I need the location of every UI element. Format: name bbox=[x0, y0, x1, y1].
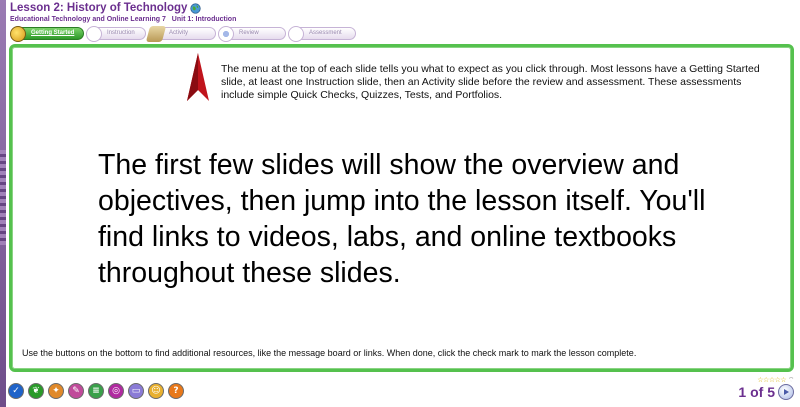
footer-note: Use the buttons on the bottom to find ad… bbox=[22, 348, 637, 358]
up-arrow-icon bbox=[187, 53, 209, 101]
play-icon bbox=[784, 389, 789, 395]
intro-text: The menu at the top of each slide tells … bbox=[221, 63, 760, 101]
help-icon[interactable]: ? bbox=[168, 383, 184, 399]
globe-icon bbox=[190, 3, 202, 14]
instruction-icon bbox=[86, 26, 102, 42]
leaf-icon[interactable]: ❦ bbox=[28, 383, 44, 399]
assessment-icon bbox=[288, 26, 304, 42]
lesson-title: Lesson 2: History of Technology bbox=[10, 2, 188, 14]
next-page-button[interactable] bbox=[778, 384, 794, 400]
course-name: Educational Technology and Online Learni… bbox=[10, 16, 166, 23]
lesson-progress-tabs: Getting Started Instruction Activity Rev… bbox=[10, 26, 356, 42]
main-text: The first few slides will show the overv… bbox=[98, 149, 706, 289]
tab-label: Getting Started bbox=[31, 30, 75, 36]
course-line: Educational Technology and Online Learni… bbox=[10, 15, 790, 24]
tab-activity[interactable]: Activity bbox=[145, 26, 216, 42]
wifi-icon: ⌔ bbox=[787, 376, 795, 384]
left-strip-mark bbox=[0, 150, 6, 245]
puzzle-icon[interactable]: ✦ bbox=[48, 383, 64, 399]
pager: ☆☆☆☆☆ ⌔ 1 of 5 bbox=[738, 376, 795, 400]
left-edge-strip bbox=[0, 0, 6, 407]
review-icon bbox=[218, 26, 234, 42]
page-count: 1 of 5 bbox=[738, 384, 775, 400]
lightbulb-icon bbox=[10, 26, 26, 42]
pager-row: 1 of 5 bbox=[738, 384, 794, 400]
activity-icon bbox=[145, 26, 167, 42]
tab-review[interactable]: Review bbox=[218, 26, 286, 42]
lesson-header: Lesson 2: History of Technology Educatio… bbox=[10, 2, 790, 24]
tab-label: Instruction bbox=[107, 30, 135, 36]
tab-getting-started[interactable]: Getting Started bbox=[10, 26, 84, 42]
check-icon[interactable]: ✓ bbox=[8, 383, 24, 399]
tab-label: Assessment bbox=[309, 30, 342, 36]
notes-icon[interactable]: ≡ bbox=[88, 383, 104, 399]
message-icon[interactable]: ▭ bbox=[128, 383, 144, 399]
tab-label: Activity bbox=[169, 30, 189, 36]
lesson-title-row: Lesson 2: History of Technology bbox=[10, 2, 790, 15]
target-icon[interactable]: ◎ bbox=[108, 383, 124, 399]
pencil-icon[interactable]: ✎ bbox=[68, 383, 84, 399]
unit-name: Unit 1: Introduction bbox=[171, 16, 237, 23]
bottom-toolbar: ✓ ❦ ✦ ✎ ≡ ◎ ▭ ☺ ? bbox=[8, 383, 184, 399]
rating-value: ☆☆☆☆☆ bbox=[757, 376, 787, 384]
tab-instruction[interactable]: Instruction bbox=[86, 26, 146, 42]
slide-content: The menu at the top of each slide tells … bbox=[9, 44, 794, 372]
teacher-icon[interactable]: ☺ bbox=[148, 383, 164, 399]
rating-stars[interactable]: ☆☆☆☆☆ ⌔ bbox=[738, 376, 794, 384]
tab-label: Review bbox=[239, 30, 259, 36]
lesson-page: Lesson 2: History of Technology Educatio… bbox=[0, 0, 800, 407]
tab-assessment[interactable]: Assessment bbox=[288, 26, 356, 42]
